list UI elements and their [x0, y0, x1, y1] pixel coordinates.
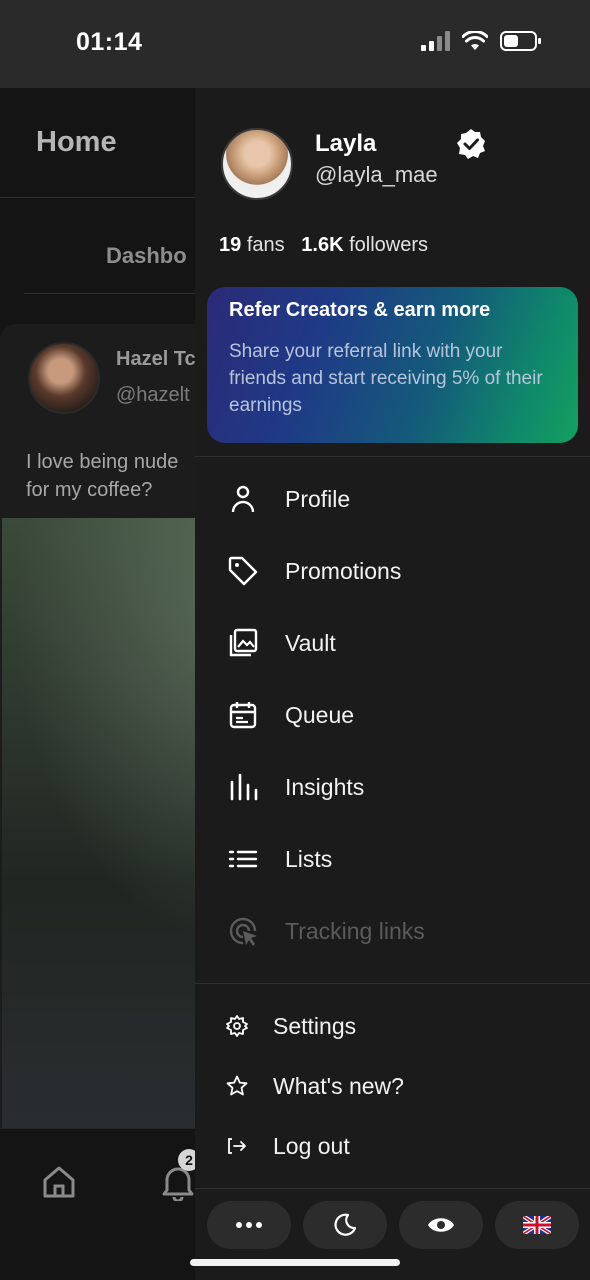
home-title: Home	[36, 126, 117, 158]
calendar-icon	[227, 699, 259, 731]
profile-handle: @layla_mae	[315, 162, 438, 187]
refer-card-body: Share your referral link with your frien…	[229, 341, 543, 416]
list-icon	[227, 843, 259, 875]
menu-item-settings[interactable]: Settings	[195, 996, 590, 1056]
menu-item-label: Vault	[285, 629, 336, 656]
menu-item-profile[interactable]: Profile	[195, 463, 590, 535]
uk-flag-icon	[523, 1216, 551, 1234]
post-text: I love being nude for my coffee?	[26, 451, 179, 501]
menu-item-label: Queue	[285, 701, 355, 728]
menu-divider-top	[195, 456, 590, 457]
logout-icon	[225, 1134, 249, 1158]
drawer-menu: Profile Promotions Vault Queue Insights	[195, 463, 590, 967]
profile-stats: 19 fans 1.6K followers	[219, 234, 428, 257]
post-author-avatar[interactable]	[28, 342, 100, 414]
menu-item-vault[interactable]: Vault	[195, 607, 590, 679]
menu-item-label: Promotions	[285, 557, 402, 584]
menu-item-queue[interactable]: Queue	[195, 679, 590, 751]
star-icon	[225, 1074, 249, 1098]
dark-mode-button[interactable]	[303, 1201, 387, 1249]
menu-divider-bottom	[195, 983, 590, 984]
drawer-secondary-menu: Settings What's new? Log out	[195, 996, 590, 1176]
language-button[interactable]	[495, 1201, 579, 1249]
side-drawer: Layla @layla_mae 19 fans 1.6K followers …	[195, 88, 590, 1280]
status-bar: 01:14	[0, 0, 590, 88]
profile-avatar[interactable]	[221, 128, 293, 200]
menu-item-label: Tracking links	[285, 917, 425, 944]
menu-item-label: Insights	[285, 773, 365, 800]
menu-item-label: Log out	[273, 1132, 350, 1159]
refer-card-title: Refer Creators & earn more	[229, 299, 491, 321]
more-icon	[236, 1222, 262, 1228]
eye-icon	[428, 1218, 454, 1232]
status-time: 01:14	[76, 28, 143, 56]
user-icon	[227, 483, 259, 515]
gear-icon	[225, 1014, 249, 1038]
battery-icon	[500, 31, 541, 51]
wifi-icon	[462, 31, 488, 50]
menu-item-promotions[interactable]: Promotions	[195, 535, 590, 607]
cursor-click-icon	[227, 915, 259, 947]
more-button[interactable]	[207, 1201, 291, 1249]
tab-dashboard[interactable]: Dashbo	[106, 243, 187, 269]
menu-item-tracking-links[interactable]: Tracking links	[195, 895, 590, 967]
visibility-button[interactable]	[399, 1201, 483, 1249]
refer-creators-card[interactable]: Refer Creators & earn more Share your re…	[207, 287, 578, 443]
menu-item-label: What's new?	[273, 1072, 404, 1099]
home-indicator[interactable]	[190, 1259, 400, 1266]
post-author-name[interactable]: Hazel Tc	[116, 348, 196, 371]
fans-count: 19	[219, 234, 242, 256]
bottom-buttons-divider	[195, 1188, 590, 1189]
signal-icon	[421, 31, 450, 51]
post-author-handle: @hazelt	[116, 384, 190, 406]
drawer-bottom-buttons	[207, 1201, 579, 1249]
fans-label: fans	[246, 234, 285, 256]
verified-icon	[457, 129, 485, 159]
moon-icon	[334, 1213, 357, 1236]
menu-item-lists[interactable]: Lists	[195, 823, 590, 895]
bar-chart-icon	[227, 771, 259, 803]
menu-item-label: Profile	[285, 485, 351, 512]
tag-icon	[227, 555, 259, 587]
menu-item-label: Settings	[273, 1012, 357, 1039]
profile-name[interactable]: Layla	[315, 130, 376, 158]
menu-item-log-out[interactable]: Log out	[195, 1116, 590, 1176]
followers-count: 1.6K	[301, 234, 344, 256]
menu-item-insights[interactable]: Insights	[195, 751, 590, 823]
menu-item-whats-new[interactable]: What's new?	[195, 1056, 590, 1116]
gallery-icon	[227, 627, 259, 659]
followers-label: followers	[349, 234, 429, 256]
status-icons	[420, 30, 542, 52]
home-icon[interactable]	[40, 1163, 78, 1201]
menu-item-label: Lists	[285, 845, 333, 872]
